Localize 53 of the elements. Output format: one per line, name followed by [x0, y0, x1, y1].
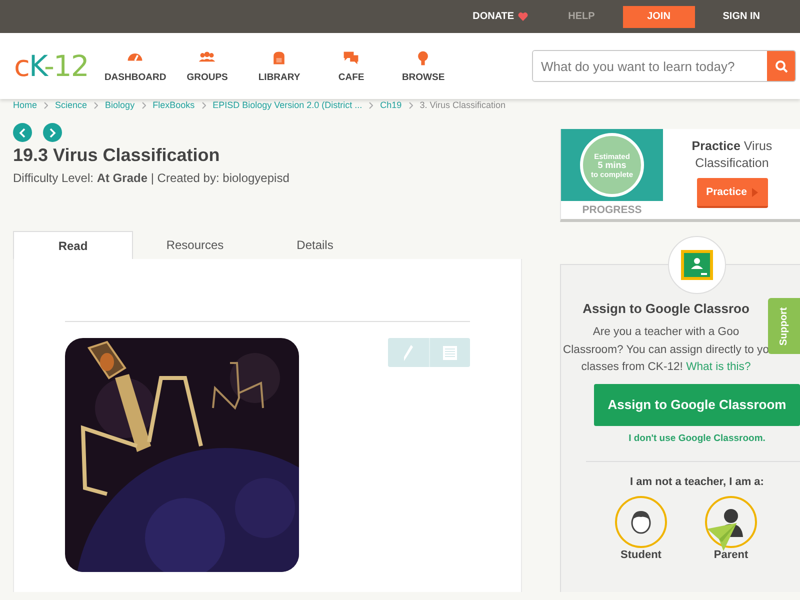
tab[interactable]: Resources	[135, 231, 255, 259]
top-link[interactable]: SIGN IN	[702, 6, 780, 28]
lines-icon	[442, 346, 457, 360]
paper-plane-icon[interactable]	[707, 523, 737, 551]
chevron-left-icon	[19, 128, 26, 138]
boy-face-icon	[629, 508, 653, 534]
nav-item[interactable]: LIBRARY	[244, 49, 314, 83]
classroom-title: Assign to Google Classroo	[582, 301, 750, 316]
breadcrumb-link[interactable]: Science	[55, 100, 88, 110]
assign-button[interactable]: Assign to Google Classroom	[594, 384, 800, 426]
chevron-right-icon	[752, 188, 758, 196]
chevron-icon	[142, 102, 146, 108]
search-button[interactable]	[767, 51, 795, 81]
chevron-icon	[369, 102, 374, 108]
breadcrumb-link[interactable]: EPISD Biology Version 2.0 (District ...	[212, 100, 362, 110]
chat-icon	[342, 49, 360, 67]
difficulty-text: Difficulty Level: At Grade | Created by: biologyepisd	[13, 171, 290, 185]
classroom-icon	[681, 250, 713, 280]
progress-label: PROGRESS	[581, 204, 643, 216]
previous-button[interactable]	[13, 123, 32, 142]
breadcrumb-link[interactable]: Biology	[105, 100, 135, 110]
nav-item[interactable]: GROUPS	[172, 49, 242, 83]
breadcrumb-link[interactable]: Ch19	[380, 100, 402, 110]
next-button[interactable]	[43, 123, 62, 142]
practice-button[interactable]: Practice	[696, 178, 768, 208]
search-field[interactable]: What do you want to learn today?	[532, 50, 796, 82]
search-icon	[774, 60, 788, 72]
top-link[interactable]: DONATE	[452, 6, 548, 28]
chevron-icon	[408, 102, 413, 108]
classroom-text: Are you a teacher with a Goo Classroom? You can assign directly to yo classes from CK-12! What is this?	[563, 325, 769, 375]
tab[interactable]: Read	[13, 231, 133, 259]
support-tab[interactable]: Support	[768, 298, 800, 354]
role-prompt: I am not a teacher, I am a:	[630, 476, 764, 488]
chevron-icon	[94, 102, 98, 108]
chevron-right-icon	[49, 128, 56, 138]
breadcrumb-link[interactable]: Home	[13, 100, 38, 110]
decline-link[interactable]: I don't use Google Classroom.	[628, 432, 766, 444]
top-link[interactable]: HELP	[548, 6, 615, 28]
breadcrumb-current[interactable]: 3. Virus Classification	[420, 100, 506, 110]
tab[interactable]: Details	[255, 231, 375, 259]
what-is-this-link[interactable]: What is this?	[686, 361, 751, 373]
join-button[interactable]: JOIN	[622, 6, 695, 28]
chevron-icon	[44, 102, 48, 108]
nav-item[interactable]: BROWSE	[388, 49, 458, 83]
page-title: 19.3 Virus Classification	[13, 145, 221, 166]
chevron-icon	[202, 102, 206, 108]
heart-icon	[518, 12, 528, 21]
nav-item[interactable]: DASHBOARD	[100, 49, 170, 83]
breadcrumb-link[interactable]: FlexBooks	[152, 100, 195, 110]
pen-icon	[403, 344, 414, 360]
nav-item[interactable]: CAFE	[316, 49, 386, 83]
practice-title: Practice Virus Classification	[690, 138, 774, 172]
logo[interactable]: cK-12	[14, 49, 88, 83]
